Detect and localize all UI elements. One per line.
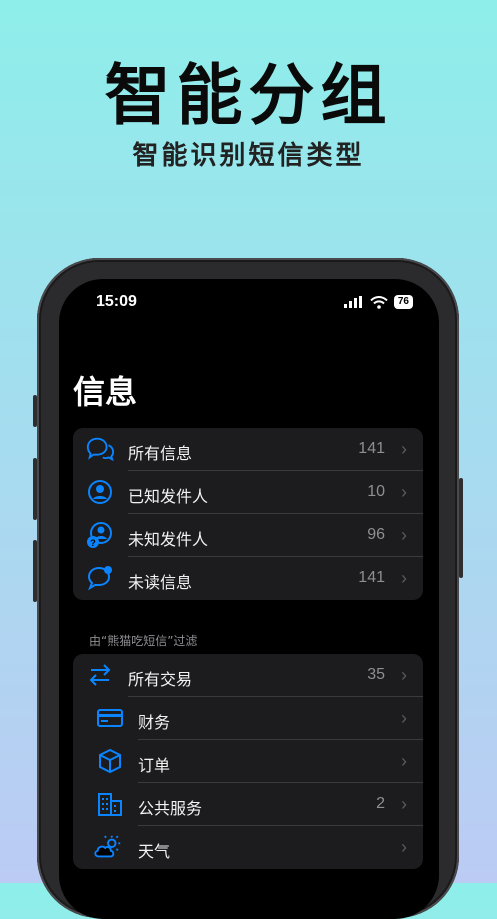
- row-label: 财务: [138, 713, 171, 732]
- chevron-right-icon: ›: [401, 751, 407, 771]
- row-label: 已知发件人: [128, 487, 209, 506]
- row-label: 公共服务: [138, 799, 203, 818]
- credit-card-icon: [95, 703, 125, 733]
- arrows-exchange-icon: [85, 660, 115, 690]
- wifi-icon: [370, 295, 388, 309]
- status-bar: 15:09 76: [59, 289, 439, 319]
- row-label: 所有交易: [128, 670, 193, 689]
- filter-row-weather[interactable]: 天气 ›: [73, 826, 423, 869]
- row-label: 订单: [138, 756, 171, 775]
- inbox-group: 所有信息 141 › 已知发件人 10 › ? 未知发件人 96 › 未读信息 …: [73, 428, 423, 600]
- filter-group: 所有交易 35 › 财务 › 订单 › 公共服务 2 › 天气 ›: [73, 654, 423, 869]
- chevron-right-icon: ›: [401, 708, 407, 728]
- row-label: 未读信息: [128, 573, 193, 592]
- row-label: 未知发件人: [128, 530, 209, 549]
- promo-subline: 智能识别短信类型: [132, 141, 365, 171]
- phone-power-button: [459, 478, 463, 578]
- inbox-row-all[interactable]: 所有信息 141 ›: [73, 428, 423, 471]
- row-count: 96: [367, 526, 385, 543]
- promo-headline: 智能分组: [104, 57, 393, 134]
- row-count: 2: [376, 795, 385, 812]
- cellular-signal-icon: [343, 296, 362, 308]
- chevron-right-icon: ›: [401, 568, 407, 588]
- inbox-row-unknown[interactable]: ? 未知发件人 96 ›: [73, 514, 423, 557]
- row-label: 所有信息: [128, 444, 193, 463]
- inbox-row-unread[interactable]: 未读信息 141 ›: [73, 557, 423, 600]
- status-time: 15:09: [96, 293, 137, 310]
- chevron-right-icon: ›: [401, 482, 407, 502]
- chevron-right-icon: ›: [401, 525, 407, 545]
- filter-row-orders[interactable]: 订单 ›: [73, 740, 423, 783]
- package-box-icon: [95, 746, 125, 776]
- row-count: 10: [367, 483, 385, 500]
- chevron-right-icon: ›: [401, 794, 407, 814]
- row-count: 35: [367, 666, 385, 683]
- filter-section-label: 由“熊猫吃短信”过滤: [89, 634, 198, 648]
- chevron-right-icon: ›: [401, 439, 407, 459]
- row-count: 141: [358, 440, 385, 457]
- phone-screen: 15:09 76 信息 所有信息 141 › 已知发件人 10 › ? 未知发件…: [59, 279, 439, 919]
- unread-bubble-icon: [85, 563, 115, 593]
- building-icon: [95, 789, 125, 819]
- person-circle-icon: [85, 477, 115, 507]
- battery-indicator: 76: [393, 295, 413, 309]
- phone-action-button: [33, 395, 37, 427]
- filter-row-transactions[interactable]: 所有交易 35 ›: [73, 654, 423, 697]
- inbox-row-known[interactable]: 已知发件人 10 ›: [73, 471, 423, 514]
- filter-row-public-services[interactable]: 公共服务 2 ›: [73, 783, 423, 826]
- row-count: 141: [358, 569, 385, 586]
- page-title: 信息: [73, 373, 138, 411]
- filter-row-finance[interactable]: 财务 ›: [73, 697, 423, 740]
- chevron-right-icon: ›: [401, 837, 407, 857]
- cloud-sun-icon: [93, 832, 123, 862]
- phone-volume-up-button: [33, 458, 37, 520]
- unknown-person-icon: ?: [85, 520, 115, 550]
- chevron-right-icon: ›: [401, 665, 407, 685]
- row-label: 天气: [138, 842, 171, 861]
- phone-volume-down-button: [33, 540, 37, 602]
- chat-bubbles-icon: [85, 434, 115, 464]
- svg-text:?: ?: [90, 538, 96, 548]
